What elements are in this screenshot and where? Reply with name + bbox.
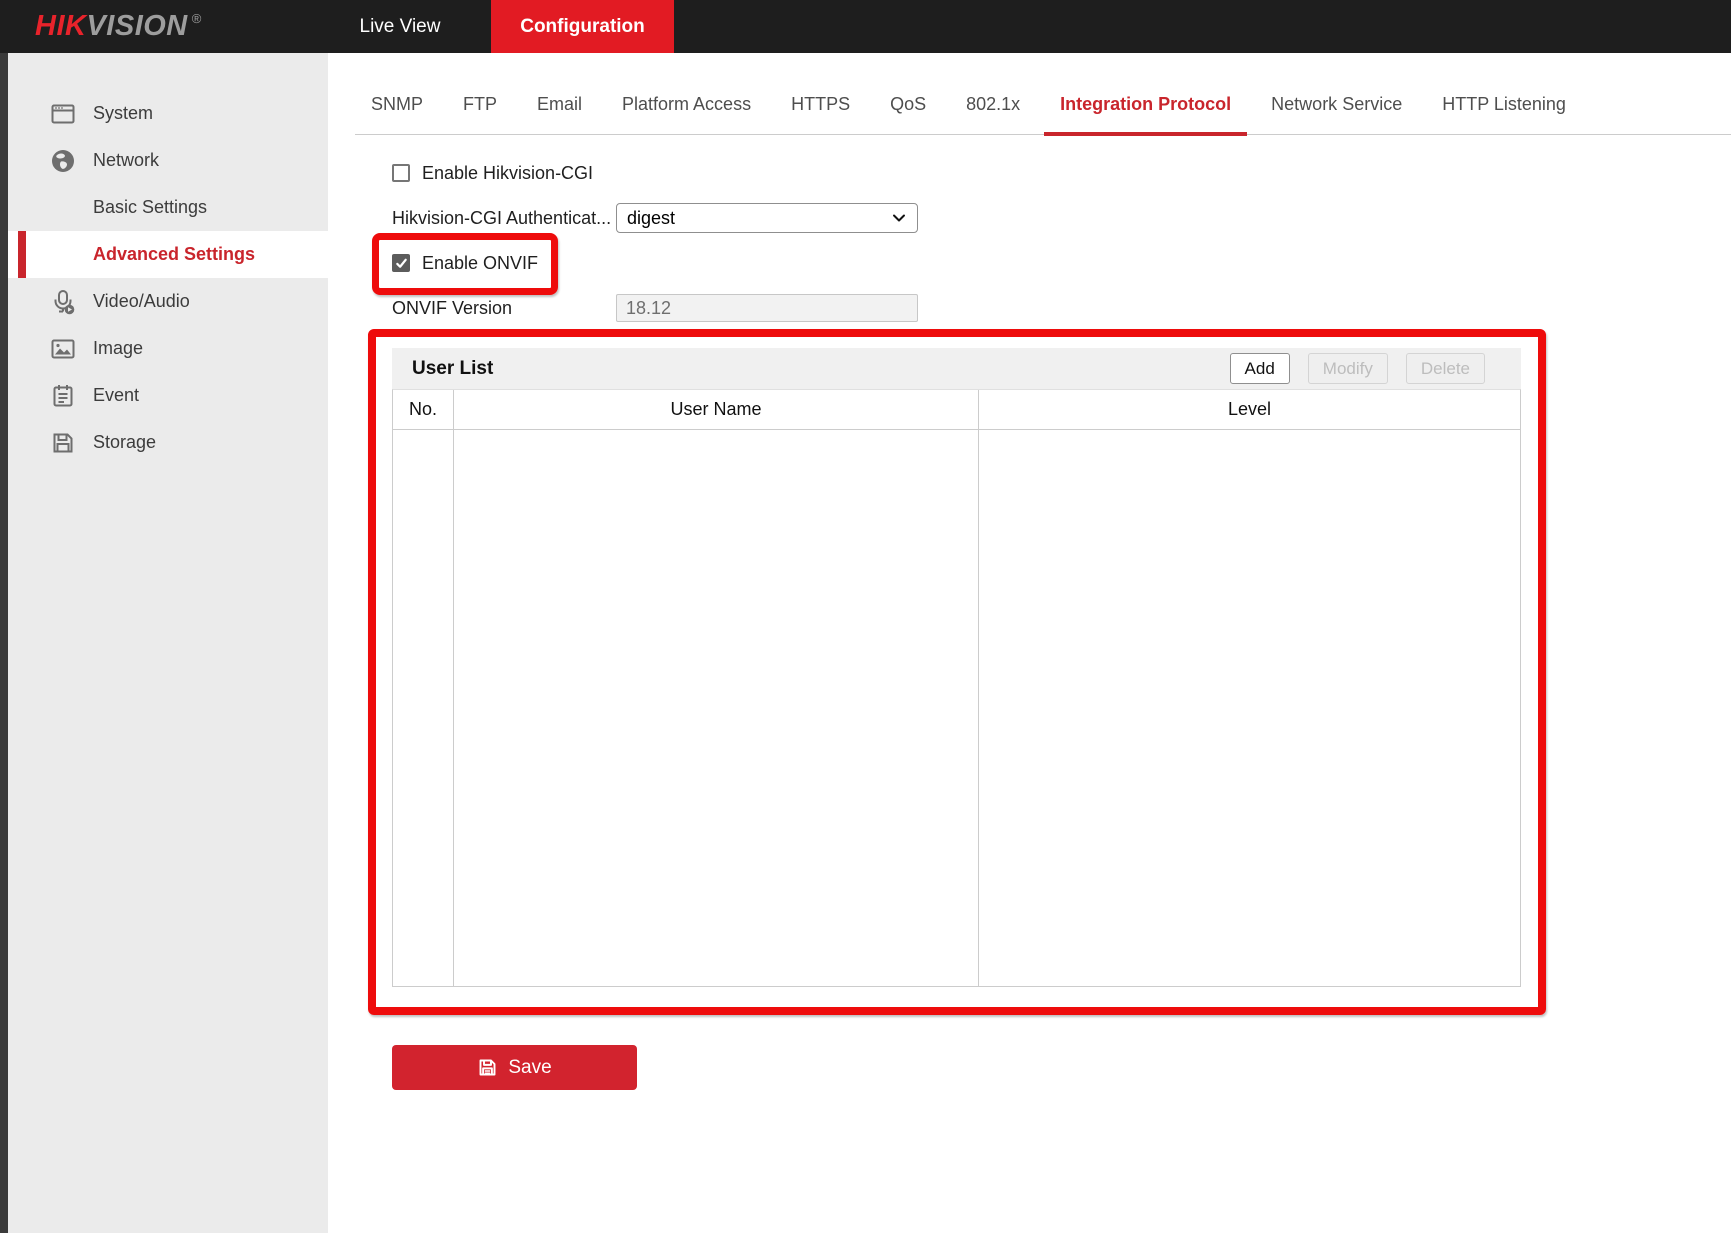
tab-snmp[interactable]: SNMP [371,75,423,134]
onvif-version-label: ONVIF Version [392,294,512,322]
sidebar-item-advanced-settings[interactable]: Advanced Settings [8,231,328,278]
user-list-title: User List [412,358,493,380]
sidebar-item-label: Basic Settings [93,197,207,218]
enable-onvif-row: Enable ONVIF [392,245,538,281]
tab-platform-access[interactable]: Platform Access [622,75,751,134]
sidebar-item-network[interactable]: Network [8,137,328,184]
tab-integration-protocol[interactable]: Integration Protocol [1060,75,1231,134]
cgi-auth-value: digest [627,208,675,229]
logo-vision: VISION [86,10,187,43]
save-label: Save [508,1057,551,1079]
logo-registered-mark: ® [192,11,202,26]
enable-cgi-checkbox[interactable] [392,164,410,182]
tab-network-service[interactable]: Network Service [1271,75,1402,134]
onvif-version-input[interactable] [616,294,918,322]
tab-bar: SNMP FTP Email Platform Access HTTPS QoS 802.1… [355,75,1731,135]
user-list-buttons: Add Modify Delete [1230,353,1485,384]
tab-qos[interactable]: QoS [890,75,926,134]
column-header-no-: No. [393,390,454,429]
header: HIKVISION ® Live View Configuration [0,0,1731,53]
enable-onvif-label: Enable ONVIF [422,253,538,274]
user-list-panel: User List Add Modify Delete No.User NameLe… [392,348,1521,987]
sidebar-item-basic-settings[interactable]: Basic Settings [8,184,328,231]
add-button[interactable]: Add [1230,353,1290,384]
table-column-0 [393,430,454,986]
cgi-auth-select[interactable]: digest [616,203,918,233]
sidebar: System Network Basic Settings Advanced Sett… [8,53,328,1233]
tab-http-listening[interactable]: HTTP Listening [1442,75,1566,134]
microphone-icon [50,289,76,315]
table-column-1 [454,430,979,986]
sidebar-item-label: System [93,103,153,124]
sidebar-item-label: Network [93,150,159,171]
chevron-down-icon [891,210,907,226]
sidebar-item-label: Image [93,338,143,359]
logo-hik: HIK [35,10,86,43]
save-icon [477,1057,498,1078]
enable-cgi-label: Enable Hikvision-CGI [422,163,593,184]
cgi-auth-label: Hikvision-CGI Authenticat... [392,203,611,233]
enable-onvif-checkbox[interactable] [392,254,410,272]
user-list-table-body [392,430,1521,987]
storage-icon [50,430,76,456]
image-icon [50,336,76,362]
user-list-header: User List Add Modify Delete [392,348,1521,389]
sidebar-item-label: Event [93,385,139,406]
modify-button[interactable]: Modify [1308,353,1388,384]
globe-icon [50,148,76,174]
sidebar-item-event[interactable]: Event [8,372,328,419]
tab-email[interactable]: Email [537,75,582,134]
sidebar-item-video-audio[interactable]: Video/Audio [8,278,328,325]
tab-802-1x[interactable]: 802.1x [966,75,1020,134]
table-column-2 [979,430,1520,986]
user-list-table-head: No.User NameLevel [392,389,1521,430]
check-icon [395,257,408,270]
sidebar-item-label: Advanced Settings [93,244,255,265]
column-header-user-name: User Name [454,390,979,429]
delete-button[interactable]: Delete [1406,353,1485,384]
sidebar-item-storage[interactable]: Storage [8,419,328,466]
sidebar-item-system[interactable]: System [8,90,328,137]
tab-ftp[interactable]: FTP [463,75,497,134]
hikvision-logo: HIKVISION ® [35,0,202,53]
window-icon [50,101,76,127]
save-button[interactable]: Save [392,1045,637,1090]
page: HIKVISION ® Live View Configuration Syste… [0,0,1731,1233]
sidebar-item-image[interactable]: Image [8,325,328,372]
event-icon [50,383,76,409]
enable-cgi-row: Enable Hikvision-CGI [392,155,593,191]
configuration-tab[interactable]: Configuration [491,0,674,53]
live-view-tab[interactable]: Live View [330,0,470,53]
sidebar-item-label: Storage [93,432,156,453]
left-dark-strip [0,53,8,1233]
tab-https[interactable]: HTTPS [791,75,850,134]
sidebar-item-label: Video/Audio [93,291,190,312]
column-header-level: Level [979,390,1520,429]
